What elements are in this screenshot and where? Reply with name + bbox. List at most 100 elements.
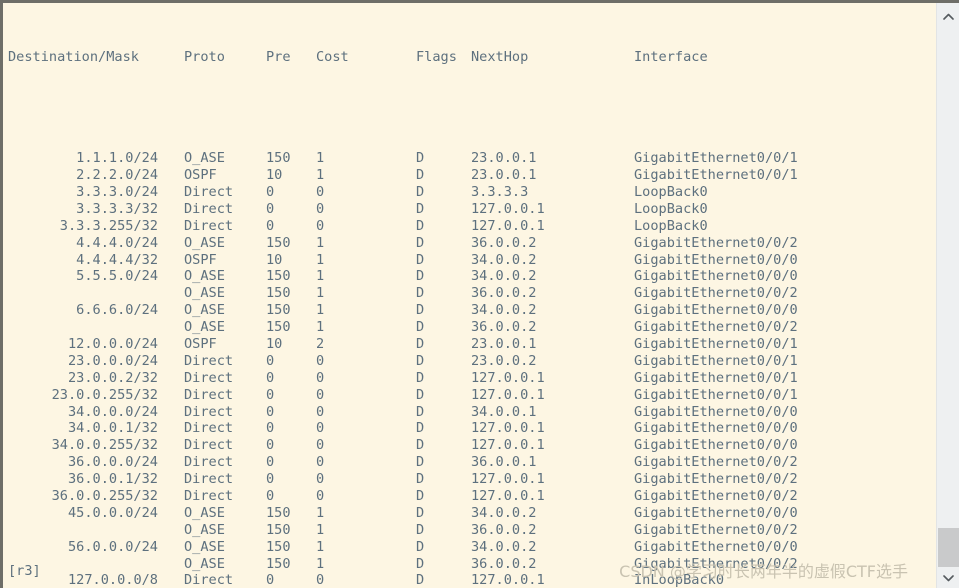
- cell-gap: [158, 404, 184, 421]
- cell-gap: [158, 539, 184, 556]
- cell-nexthop: 127.0.0.1: [471, 386, 545, 403]
- cell-cost: 0: [316, 454, 325, 471]
- cell-flags: D: [416, 302, 425, 319]
- cell-cost: 0: [316, 420, 325, 437]
- cell-flags: D: [416, 437, 425, 454]
- cell-cost: 0: [316, 200, 325, 217]
- cell-destination: 12.0.0.0/24: [67, 336, 158, 353]
- table-row: 5.5.5.0/24 O_ASE 150 1 D 34.0.0.2 GigabitEthe…: [8, 268, 798, 285]
- cell-interface: LoopBack0: [634, 200, 708, 217]
- cell-cost: 1: [316, 150, 325, 167]
- cell-interface: GigabitEthernet0/0/2: [634, 319, 798, 336]
- cell-cost: 1: [316, 538, 325, 555]
- cell-pre: 150: [266, 285, 291, 302]
- scroll-up-button[interactable]: [937, 5, 959, 27]
- table-header-row: Destination/Mask Proto Pre Cost Flags NextHo…: [8, 49, 798, 66]
- chevron-down-icon: [942, 574, 954, 582]
- cell-gap: [158, 572, 184, 588]
- cell-flags: D: [416, 471, 425, 488]
- cell-pre: 0: [266, 471, 275, 488]
- cell-destination: 23.0.0.2/32: [67, 369, 158, 386]
- table-row: O_ASE 150 1 D 36.0.0.2 GigabitEthernet0/0/2: [8, 285, 798, 302]
- cell-destination: 34.0.0.1/32: [67, 420, 158, 437]
- terminal-window: Destination/Mask Proto Pre Cost Flags NextHo…: [0, 0, 959, 588]
- cell-gap: [158, 201, 184, 218]
- cell-destination: 5.5.5.0/24: [76, 268, 158, 285]
- cell-nexthop: 127.0.0.1: [471, 200, 545, 217]
- table-row: 34.0.0.0/24 Direct 0 0 D 34.0.0.1 GigabitEthe…: [8, 404, 798, 421]
- vertical-scrollbar[interactable]: [936, 3, 959, 588]
- header-interface: Interface: [634, 48, 708, 65]
- cell-pre: 0: [266, 184, 275, 200]
- cell-destination: 4.4.4.4/32: [76, 251, 158, 268]
- cell-gap: [158, 252, 184, 269]
- cell-destination: 1.1.1.0/24: [76, 150, 158, 167]
- cell-cost: 2: [316, 336, 325, 353]
- cell-gap: [158, 268, 184, 285]
- table-row: 4.4.4.4/32 OSPF 10 1 D 34.0.0.2 GigabitEthern…: [8, 252, 798, 269]
- cli-prompt[interactable]: [r3]: [8, 563, 41, 580]
- cell-cost: 0: [316, 403, 325, 420]
- routing-table: Destination/Mask Proto Pre Cost Flags NextHo…: [8, 15, 798, 588]
- header-pre: Pre: [266, 48, 291, 65]
- cell-proto: Direct: [184, 217, 234, 234]
- console-output-area[interactable]: Destination/Mask Proto Pre Cost Flags NextHo…: [3, 3, 936, 588]
- table-body: 1.1.1.0/24 O_ASE 150 1 D 23.0.0.1 GigabitEthe…: [8, 150, 798, 588]
- cell-pre: 150: [266, 504, 291, 521]
- cell-proto: Direct: [184, 488, 234, 505]
- cell-destination: 23.0.0.255/32: [51, 386, 158, 403]
- cell-cost: 1: [316, 234, 325, 251]
- cell-nexthop: 36.0.0.2: [471, 234, 537, 251]
- table-row: 3.3.3.3/32 Direct 0 0 D 127.0.0.1 LoopBack0: [8, 201, 798, 218]
- cell-gap: [158, 454, 184, 471]
- cell-pre: 150: [266, 302, 291, 319]
- cell-nexthop: 127.0.0.1: [471, 420, 545, 437]
- header-gap: [158, 49, 184, 66]
- cell-gap: [158, 218, 184, 235]
- cell-nexthop: 127.0.0.1: [471, 488, 545, 505]
- cell-pre: 0: [266, 454, 275, 471]
- cell-interface: GigabitEthernet0/0/1: [634, 167, 798, 184]
- cell-proto: Direct: [184, 403, 234, 420]
- cell-proto: O_ASE: [184, 555, 225, 572]
- cell-flags: D: [416, 386, 425, 403]
- cell-interface: GigabitEthernet0/0/0: [634, 420, 798, 437]
- cell-cost: 1: [316, 285, 325, 302]
- cell-nexthop: 36.0.0.1: [471, 454, 537, 471]
- cell-proto: O_ASE: [184, 268, 225, 285]
- header-destination: Destination/Mask: [8, 48, 139, 65]
- cell-pre: 150: [266, 268, 291, 285]
- cell-gap: [158, 556, 184, 573]
- cell-flags: D: [416, 454, 425, 471]
- cell-nexthop: 23.0.0.1: [471, 150, 537, 167]
- cell-nexthop: 34.0.0.2: [471, 504, 537, 521]
- cell-pre: 150: [266, 319, 291, 336]
- cell-interface: GigabitEthernet0/0/0: [634, 504, 798, 521]
- header-flags: Flags: [416, 48, 457, 65]
- table-row: 1.1.1.0/24 O_ASE 150 1 D 23.0.0.1 GigabitEthe…: [8, 150, 798, 167]
- cell-nexthop: 3.3.3.3: [471, 184, 529, 200]
- cell-interface: LoopBack0: [634, 217, 708, 234]
- table-row: 56.0.0.0/24 O_ASE 150 1 D 34.0.0.2 GigabitEth…: [8, 539, 798, 556]
- cell-proto: O_ASE: [184, 285, 225, 302]
- table-row: 3.3.3.255/32 Direct 0 0 D 127.0.0.1 LoopBack0: [8, 218, 798, 235]
- cell-nexthop: 127.0.0.1: [471, 437, 545, 454]
- cell-interface: GigabitEthernet0/0/1: [634, 369, 798, 386]
- cell-nexthop: 127.0.0.1: [471, 471, 545, 488]
- cell-nexthop: 34.0.0.2: [471, 268, 537, 285]
- scroll-down-button[interactable]: [937, 567, 959, 588]
- cell-gap: [158, 437, 184, 454]
- cell-nexthop: 23.0.0.2: [471, 352, 537, 369]
- cell-gap: [158, 285, 184, 302]
- cell-nexthop: 36.0.0.2: [471, 319, 537, 336]
- cell-destination: 3.3.3.3/32: [76, 200, 158, 217]
- cell-cost: 1: [316, 521, 325, 538]
- cell-proto: Direct: [184, 200, 234, 217]
- cell-cost: 1: [316, 555, 325, 572]
- cell-gap: [158, 150, 184, 167]
- cell-nexthop: 23.0.0.1: [471, 336, 537, 353]
- cell-destination: 56.0.0.0/24: [67, 538, 158, 555]
- cell-interface: LoopBack0: [634, 184, 708, 200]
- table-row: O_ASE 150 1 D 36.0.0.2 GigabitEthernet0/0/2: [8, 319, 798, 336]
- cell-pre: 0: [266, 572, 275, 588]
